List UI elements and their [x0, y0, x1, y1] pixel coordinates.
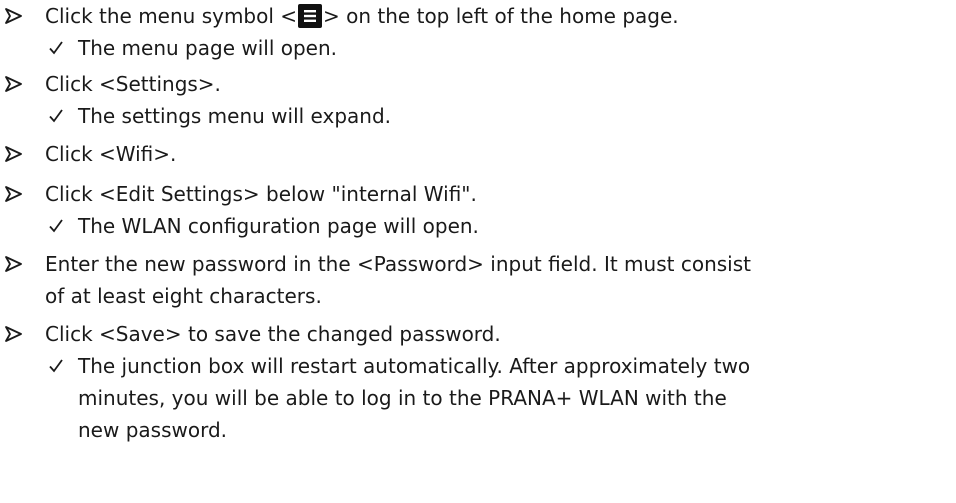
menu-icon: [298, 4, 323, 28]
result-text-continuation: new password.: [0, 416, 948, 444]
arrow-bullet-icon: [5, 140, 27, 168]
checkmark-icon: [48, 34, 70, 62]
step-text-continuation: of at least eight characters.: [0, 282, 945, 310]
instruction-step: Click the menu symbol < > on the top left…: [0, 2, 956, 30]
checkmark-icon: [48, 212, 70, 240]
instruction-step: Click <Save> to save the changed passwor…: [0, 320, 956, 348]
arrow-bullet-icon: [5, 250, 27, 278]
step-text: Click <Settings>.: [45, 72, 221, 96]
step-text: Click <Edit Settings> below "internal Wi…: [45, 182, 477, 206]
checkmark-icon: [48, 352, 70, 380]
instruction-step: Click <Wifi>.: [0, 140, 956, 168]
step-text: Click <Wifi>.: [45, 142, 177, 166]
instruction-step: Enter the new password in the <Password>…: [0, 250, 956, 278]
step-text: Click the menu symbol <: [45, 4, 298, 28]
step-text: Enter the new password in the <Password>…: [45, 252, 751, 276]
instruction-step: Click <Edit Settings> below "internal Wi…: [0, 180, 956, 208]
arrow-bullet-icon: [5, 2, 27, 30]
step-result: The junction box will restart automatica…: [0, 352, 956, 380]
arrow-bullet-icon: [5, 180, 27, 208]
step-text: Click <Save> to save the changed passwor…: [45, 322, 501, 346]
result-text: minutes, you will be able to log in to t…: [78, 386, 727, 410]
arrow-bullet-icon: [5, 320, 27, 348]
step-text: > on the top left of the home page.: [323, 4, 679, 28]
step-result: The menu page will open.: [0, 34, 956, 62]
result-text: The WLAN configuration page will open.: [78, 214, 479, 238]
checkmark-icon: [48, 102, 70, 130]
result-text: The settings menu will expand.: [78, 104, 392, 128]
instruction-step: Click <Settings>.: [0, 70, 956, 98]
step-text: of at least eight characters.: [45, 284, 322, 308]
result-text: new password.: [78, 418, 228, 442]
step-result: The settings menu will expand.: [0, 102, 956, 130]
result-text: The menu page will open.: [78, 36, 338, 60]
arrow-bullet-icon: [5, 70, 27, 98]
step-result: The WLAN configuration page will open.: [0, 212, 956, 240]
result-text: The junction box will restart automatica…: [78, 354, 751, 378]
result-text-continuation: minutes, you will be able to log in to t…: [0, 384, 948, 412]
